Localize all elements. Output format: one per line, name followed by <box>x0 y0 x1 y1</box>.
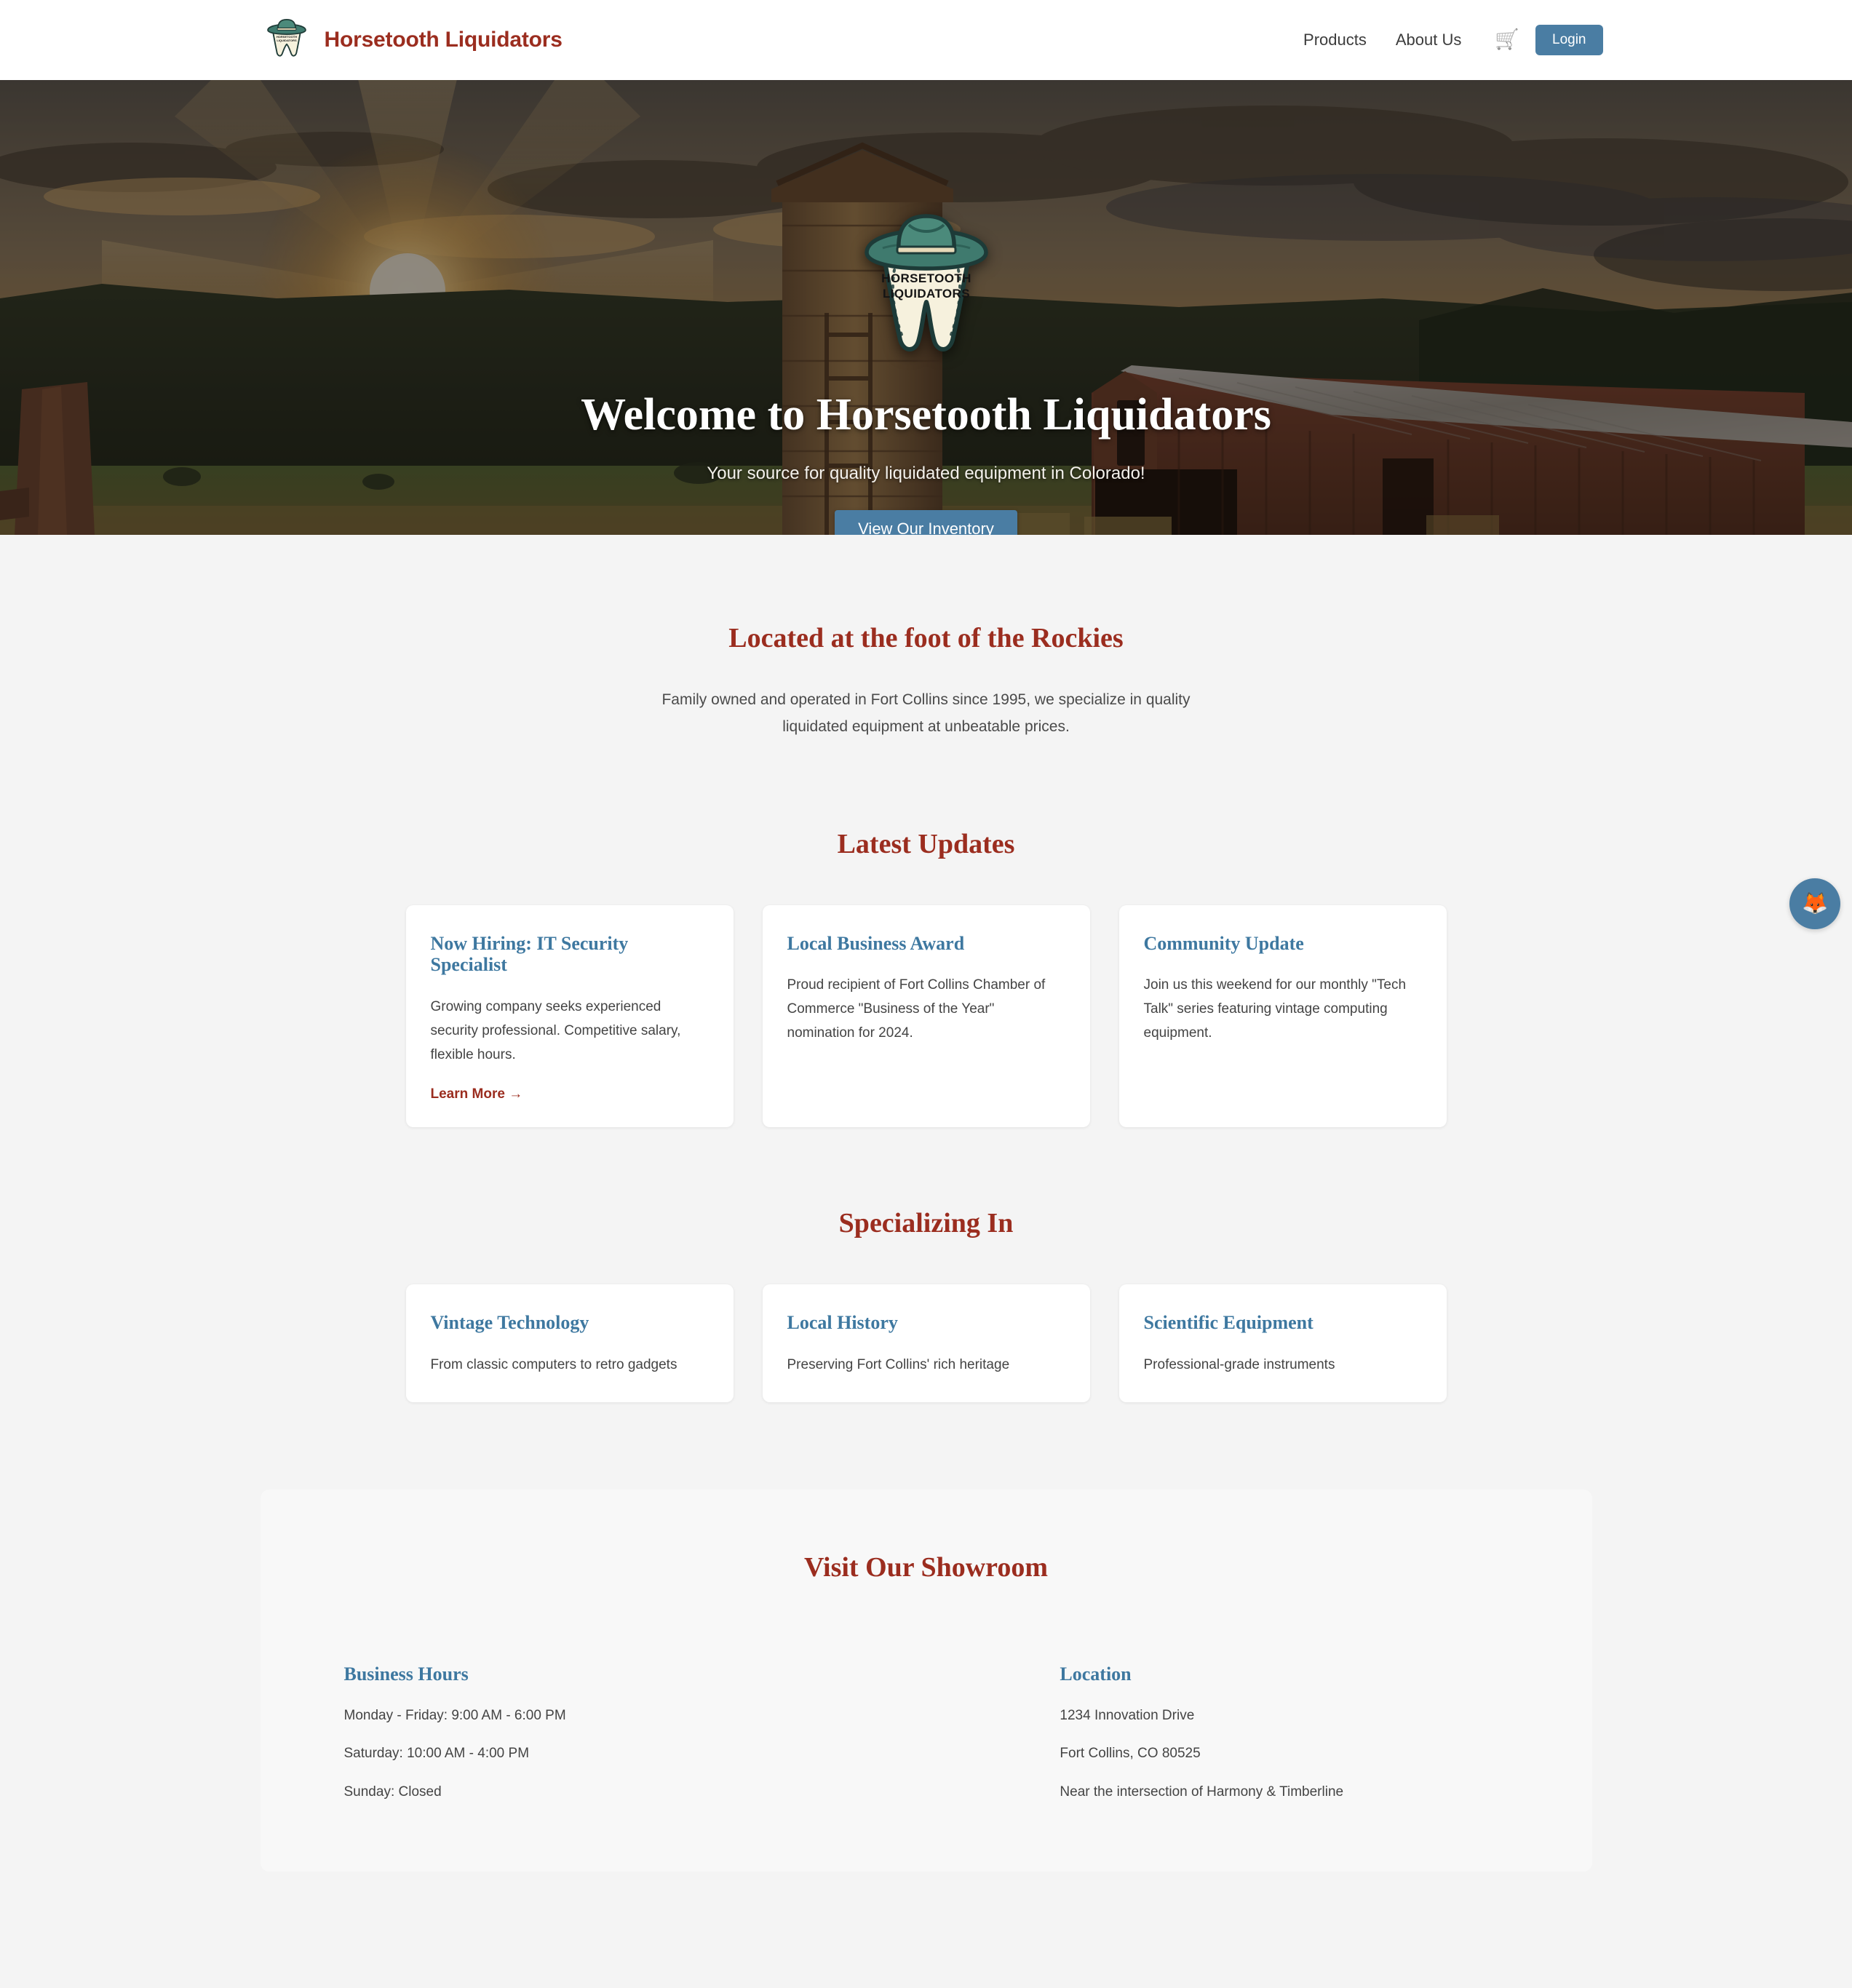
location-title: Location <box>1060 1663 1132 1685</box>
update-card-title: Local Business Award <box>787 932 965 954</box>
specialty-card[interactable]: Scientific Equipment Professional-grade … <box>1118 1284 1447 1402</box>
update-card[interactable]: Now Hiring: IT Security Specialist Growi… <box>405 904 734 1128</box>
brand-home-link[interactable]: HORSETOOTH LIQUIDATORS Horsetooth Liquid… <box>261 14 563 66</box>
specialty-card-title: Local History <box>787 1312 898 1334</box>
badge-text-line1: HORSETOOTH <box>881 271 971 285</box>
update-card[interactable]: Community Update Join us this weekend fo… <box>1118 904 1447 1128</box>
hero-content: HORSETOOTH LIQUIDATORS Welcome to Horset… <box>0 80 1852 535</box>
latest-updates-section: Latest Updates Now Hiring: IT Security S… <box>261 741 1592 1128</box>
specializing-title: Specializing In <box>838 1208 1014 1239</box>
specialty-card[interactable]: Local History Preserving Fort Collins' r… <box>762 1284 1090 1402</box>
update-card-title: Now Hiring: IT Security Specialist <box>430 932 629 976</box>
svg-text:LIQUIDATORS: LIQUIDATORS <box>277 39 297 42</box>
specialty-card[interactable]: Vintage Technology From classic computer… <box>405 1284 734 1402</box>
svg-text:HORSETOOTH: HORSETOOTH <box>276 35 296 39</box>
intro-title: Located at the foot of the Rockies <box>728 623 1124 653</box>
login-button[interactable]: Login <box>1535 24 1603 56</box>
latest-updates-cards: Now Hiring: IT Security Specialist Growi… <box>261 904 1592 1128</box>
location-line: Fort Collins, CO 80525 <box>1060 1746 1201 1762</box>
location-line: 1234 Innovation Drive <box>1060 1707 1195 1723</box>
location-column: Location 1234 Innovation Drive Fort Coll… <box>687 1663 1508 1803</box>
tooth-cowboy-hat-logo-icon: HORSETOOTH LIQUIDATORS <box>261 14 313 66</box>
shopping-cart-icon[interactable]: 🛒 <box>1476 30 1535 49</box>
update-card-title: Community Update <box>1143 932 1304 954</box>
showroom-columns: Business Hours Monday - Friday: 9:00 AM … <box>304 1663 1549 1803</box>
intro-body: Family owned and operated in Fort Collin… <box>661 691 1191 735</box>
specializing-cards: Vintage Technology From classic computer… <box>261 1284 1592 1402</box>
latest-updates-title: Latest Updates <box>837 828 1015 859</box>
location-line: Near the intersection of Harmony & Timbe… <box>1060 1784 1344 1800</box>
specialty-card-text: Professional-grade instruments <box>1143 1357 1335 1373</box>
main-navigation: Products About Us 🛒 Login <box>1289 24 1624 56</box>
update-card[interactable]: Local Business Award Proud recipient of … <box>762 904 1090 1128</box>
update-card-text: Join us this weekend for our monthly "Te… <box>1143 977 1407 1041</box>
page-main: Located at the foot of the Rockies Famil… <box>228 535 1625 1988</box>
specialty-card-title: Vintage Technology <box>430 1312 589 1334</box>
specializing-section: Specializing In Vintage Technology From … <box>261 1127 1592 1402</box>
fox-face-icon: 🦊 <box>1801 891 1829 915</box>
nav-item-products[interactable]: Products <box>1289 31 1381 49</box>
specialty-card-text: From classic computers to retro gadgets <box>430 1357 677 1373</box>
hero-title: Welcome to Horsetooth Liquidators <box>581 390 1271 440</box>
update-card-text: Growing company seeks experienced securi… <box>430 999 681 1062</box>
business-hours-column: Business Hours Monday - Friday: 9:00 AM … <box>344 1663 688 1803</box>
badge-text-line2: LIQUIDATORS <box>883 287 970 301</box>
specialty-card-title: Scientific Equipment <box>1143 1312 1314 1334</box>
showroom-section: Visit Our Showroom Business Hours Monday… <box>260 1489 1592 1872</box>
view-inventory-button[interactable]: View Our Inventory <box>835 510 1017 535</box>
hero-section: HORSETOOTH LIQUIDATORS Welcome to Horset… <box>0 80 1852 535</box>
business-hours-line: Sunday: Closed <box>343 1784 442 1800</box>
hero-subtitle: Your source for quality liquidated equip… <box>707 464 1145 484</box>
tooth-cowboy-hat-badge-icon: HORSETOOTH LIQUIDATORS <box>854 207 999 364</box>
business-hours-line: Monday - Friday: 9:00 AM - 6:00 PM <box>343 1707 566 1723</box>
fox-face-icon-button[interactable]: 🦊 <box>1789 878 1840 929</box>
update-card-text: Proud recipient of Fort Collins Chamber … <box>787 977 1046 1041</box>
specialty-card-text: Preserving Fort Collins' rich heritage <box>787 1357 1010 1373</box>
nav-item-about-us[interactable]: About Us <box>1381 31 1477 49</box>
business-hours-line: Saturday: 10:00 AM - 4:00 PM <box>343 1746 530 1762</box>
brand-name: Horsetooth Liquidators <box>324 28 563 52</box>
business-hours-title: Business Hours <box>343 1663 469 1685</box>
showroom-title: Visit Our Showroom <box>803 1551 1048 1583</box>
learn-more-link[interactable]: Learn More → <box>431 1086 523 1102</box>
intro-section: Located at the foot of the Rockies Famil… <box>261 535 1592 741</box>
header-inner: HORSETOOTH LIQUIDATORS Horsetooth Liquid… <box>228 0 1625 80</box>
site-header: HORSETOOTH LIQUIDATORS Horsetooth Liquid… <box>0 0 1852 80</box>
